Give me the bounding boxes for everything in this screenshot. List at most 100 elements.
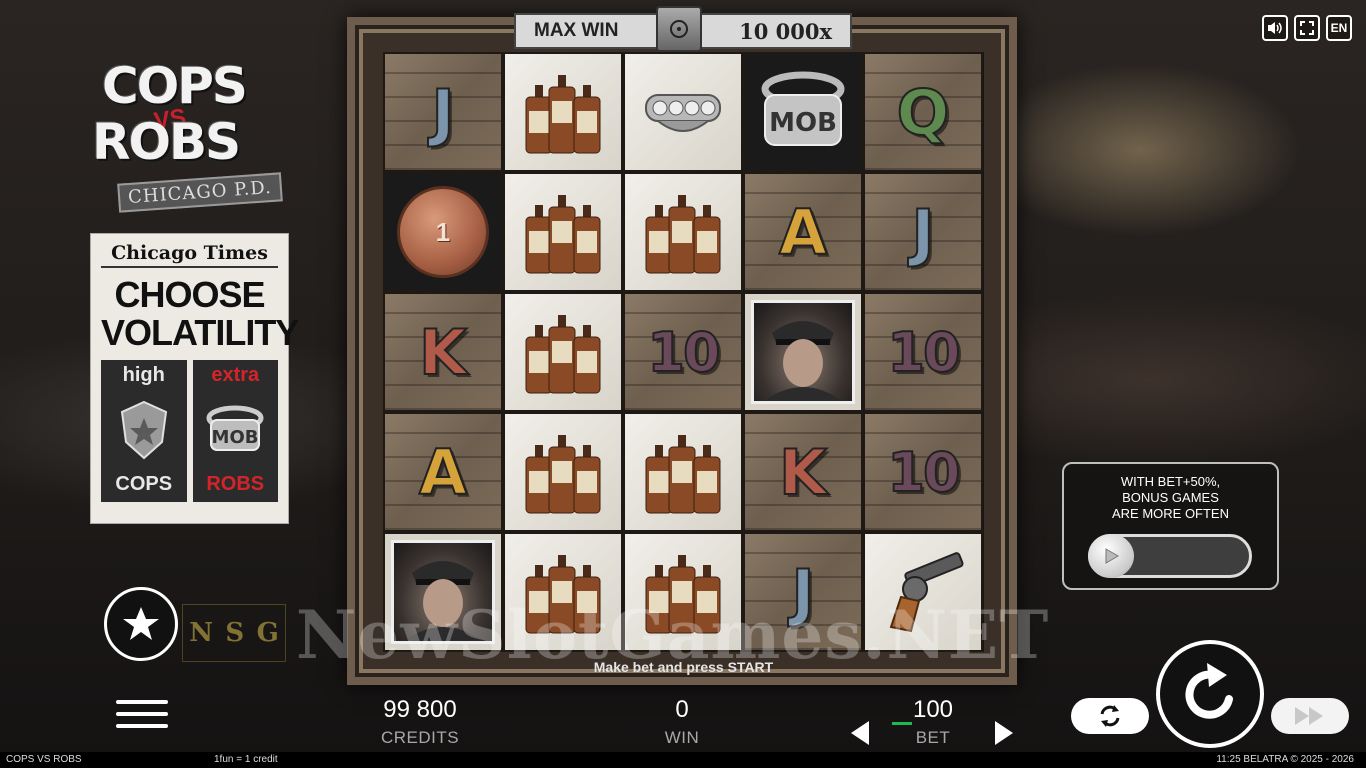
headline-volatility: VOLATILITY — [101, 312, 299, 353]
status-message: Make bet and press START — [593, 659, 774, 675]
language-button[interactable]: EN — [1326, 15, 1352, 41]
fullscreen-icon[interactable] — [1294, 15, 1320, 41]
reel-cell — [623, 52, 743, 172]
mob-ring-icon: MOB — [755, 65, 851, 160]
reel-cell — [503, 412, 623, 532]
whiskey-bottles-icon — [645, 435, 721, 514]
whiskey-bottles-icon — [525, 315, 601, 394]
bonus-bet-toggle[interactable] — [1088, 534, 1252, 578]
whiskey-bottles-icon — [645, 555, 721, 634]
max-win-value: 10 000x — [739, 18, 832, 44]
star-icon — [123, 607, 159, 640]
reel-cell — [623, 172, 743, 292]
whiskey-bottles-icon — [645, 195, 721, 274]
credits-value: 99 800 — [383, 696, 457, 723]
volatility-extra-label: extra — [211, 364, 260, 386]
bonus-text-1: WITH BET+50%, — [1120, 474, 1221, 489]
turbo-button[interactable] — [1271, 698, 1349, 734]
game-logo: COPS VS ROBS CHICAGO P.D. — [92, 57, 283, 213]
whiskey-bottles-icon — [525, 435, 601, 514]
headline-choose: CHOOSE — [114, 274, 265, 315]
reel-cell — [863, 532, 983, 652]
win-label: WIN — [664, 728, 700, 747]
logo-cops: COPS — [102, 57, 248, 115]
reel-cell: Q — [863, 52, 983, 172]
reel-cell: 10 — [863, 292, 983, 412]
credits-label: CREDITS — [380, 728, 460, 747]
volatility-high-name: COPS — [115, 473, 173, 495]
reel-cell: J — [383, 52, 503, 172]
reel-cell — [503, 52, 623, 172]
bet-value: 100 — [912, 696, 954, 723]
reel-cell: K — [743, 412, 863, 532]
symbol-a: A — [418, 435, 468, 510]
symbol-10: 10 — [886, 440, 961, 505]
reel-cell — [503, 532, 623, 652]
reel-cell — [383, 532, 503, 652]
bonus-text-3: ARE MORE OFTEN — [1111, 506, 1229, 521]
symbol-10: 10 — [646, 320, 721, 385]
svg-text:MOB: MOB — [212, 427, 259, 448]
coin-value: 1 — [435, 216, 451, 247]
logo-robs: ROBS — [92, 113, 241, 171]
reel-cell: A — [383, 412, 503, 532]
whiskey-bottles-icon — [525, 195, 601, 274]
provider-letter: G — [256, 618, 279, 648]
brass-knuckles-icon — [638, 75, 728, 150]
volatility-high-button[interactable]: high COPS — [101, 360, 187, 502]
footer-bar: COPS VS ROBS 1fun = 1 credit 11:25 BELAT… — [0, 752, 1366, 768]
revolver-icon — [875, 545, 971, 640]
bet-decrease-button[interactable] — [851, 721, 869, 745]
safe-icon — [655, 6, 702, 52]
symbol-j: J — [910, 195, 935, 270]
symbol-k: K — [778, 435, 828, 510]
reel-cell: J — [863, 172, 983, 292]
credits-display: 99 800 CREDITS — [370, 696, 470, 748]
cop-portrait-icon — [391, 540, 495, 644]
cop-portrait-icon — [751, 300, 855, 404]
volatility-extra-button[interactable]: extra MOB ROBS — [192, 360, 278, 502]
reel-cell: K — [383, 292, 503, 412]
menu-icon[interactable] — [116, 700, 168, 734]
win-value: 0 — [675, 696, 689, 723]
reel-cell — [623, 412, 743, 532]
symbol-j: J — [790, 555, 815, 630]
volatility-high-label: high — [122, 364, 165, 386]
symbol-10: 10 — [886, 320, 961, 385]
reel-cell — [503, 292, 623, 412]
reel-cell — [623, 532, 743, 652]
symbol-q: Q — [896, 75, 951, 150]
symbol-j: J — [430, 75, 455, 150]
footer-game-title: COPS VS ROBS — [6, 754, 82, 765]
bonus-coin: 1 — [397, 186, 489, 278]
spin-button[interactable] — [1156, 640, 1264, 748]
reel-cell: 10 — [863, 412, 983, 532]
mob-ring-icon: MOB — [206, 405, 264, 451]
whiskey-bottles-icon — [525, 555, 601, 634]
reel-cell: J — [743, 532, 863, 652]
reel-cell — [743, 292, 863, 412]
spin-icon — [1185, 663, 1233, 719]
bet-label: BET — [915, 728, 951, 747]
reel-cell: A — [743, 172, 863, 292]
newspaper-title: Chicago Times — [101, 242, 278, 268]
win-display: 0 WIN — [652, 696, 712, 748]
reel-cell: MOB — [743, 52, 863, 172]
footer-rate: 1fun = 1 credit — [214, 754, 278, 765]
toggle-knob[interactable] — [1088, 534, 1134, 578]
reel-cell: 1 — [383, 172, 503, 292]
favorite-button[interactable] — [104, 587, 178, 661]
logo-subtitle: CHICAGO P.D. — [117, 172, 283, 213]
symbol-k: K — [418, 315, 468, 390]
fast-forward-icon — [1295, 707, 1323, 725]
bet-increase-button[interactable] — [995, 721, 1013, 745]
bonus-bet-panel: WITH BET+50%, BONUS GAMES ARE MORE OFTEN — [1062, 462, 1279, 590]
whiskey-bottles-icon — [525, 75, 601, 154]
reel-grid: J MOB Q 1 A J K 10 10 A K 10 J — [383, 52, 984, 652]
max-win-label: MAX WIN — [534, 20, 619, 41]
volatility-panel: Chicago Times CHOOSE VOLATILITY high COP… — [90, 233, 299, 524]
sound-icon[interactable] — [1262, 15, 1288, 41]
autoplay-button[interactable] — [1071, 698, 1149, 734]
system-icons: EN — [1262, 15, 1352, 41]
reel-cell — [503, 172, 623, 292]
